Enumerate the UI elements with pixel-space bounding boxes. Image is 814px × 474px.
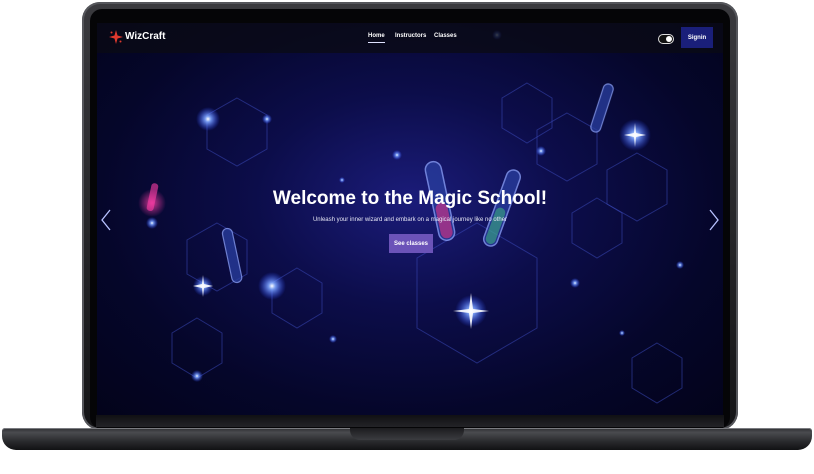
- see-classes-button[interactable]: See classes: [389, 234, 433, 253]
- nav-instructors-link[interactable]: Instructors: [395, 33, 426, 39]
- sparkle-logo-icon: [109, 30, 123, 44]
- hero-subtitle: Unleash your inner wizard and embark on …: [312, 217, 508, 223]
- top-navbar: WizCraft Home Instructors Classes Signin: [97, 23, 723, 53]
- theme-toggle[interactable]: [658, 34, 674, 44]
- hero-title: Welcome to the Magic School!: [272, 188, 548, 209]
- nav-classes-link[interactable]: Classes: [434, 33, 457, 39]
- laptop-screen: WizCraft Home Instructors Classes Signin…: [97, 23, 723, 415]
- nav-home-link[interactable]: Home: [368, 33, 385, 43]
- toggle-knob: [666, 36, 672, 42]
- laptop-hinge: [96, 415, 724, 427]
- brand-name[interactable]: WizCraft: [125, 31, 165, 42]
- star-flares: [193, 123, 646, 329]
- signin-button[interactable]: Signin: [681, 27, 713, 48]
- laptop-notch: [350, 428, 464, 440]
